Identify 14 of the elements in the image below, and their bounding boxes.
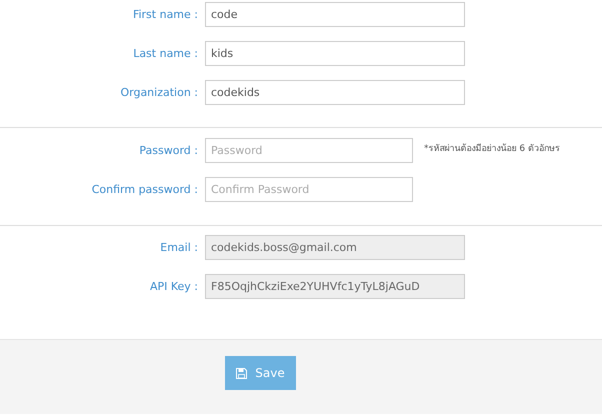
field-label: Confirm password :	[90, 183, 199, 196]
input-field[interactable]: codekids	[205, 80, 465, 105]
field-label: Last name :	[132, 47, 199, 60]
field-label: API Key :	[148, 280, 199, 293]
password-field[interactable]: Password	[205, 138, 413, 163]
field-label: First name :	[132, 8, 199, 21]
input-field[interactable]: kids	[205, 41, 465, 66]
field-label: Organization :	[119, 86, 199, 99]
password-field[interactable]: Confirm Password	[205, 177, 413, 202]
input-field[interactable]: code	[205, 2, 465, 27]
field-label: Email :	[159, 241, 199, 254]
save-icon	[236, 368, 248, 378]
password-hint: *รหัสผ่านต้องมีอย่างน้อย 6 ตัวอักษร	[424, 142, 560, 155]
field-label: Password :	[138, 144, 199, 157]
